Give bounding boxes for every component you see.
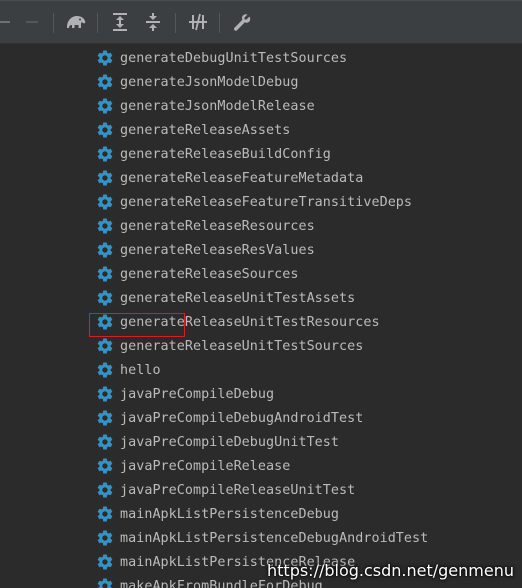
task-item[interactable]: generateReleaseResValues	[96, 238, 315, 262]
gear-icon	[96, 73, 114, 91]
task-item[interactable]: generateDebugUnitTestSources	[96, 46, 347, 70]
task-item[interactable]: generateReleaseFeatureTransitiveDeps	[96, 190, 412, 214]
toolbar-separator	[219, 13, 220, 33]
gear-icon	[96, 169, 114, 187]
gear-icon	[96, 313, 114, 331]
task-label: javaPreCompileDebug	[120, 386, 275, 402]
task-item[interactable]: javaPreCompileDebugUnitTest	[96, 430, 339, 454]
gear-icon	[96, 217, 114, 235]
toggle-offline-icon[interactable]	[186, 10, 210, 34]
task-label: generateJsonModelRelease	[120, 98, 315, 114]
gear-icon	[96, 193, 114, 211]
task-label: generateReleaseResources	[120, 218, 315, 234]
gear-icon	[96, 481, 114, 499]
gear-icon	[96, 529, 114, 547]
minus-icon[interactable]	[0, 10, 16, 34]
task-label: javaPreCompileDebugUnitTest	[120, 434, 340, 450]
gear-icon	[96, 241, 114, 259]
task-item[interactable]: generateReleaseUnitTestResources	[96, 310, 380, 334]
wrench-icon[interactable]	[230, 10, 254, 34]
task-item[interactable]: generateReleaseUnitTestSources	[96, 334, 363, 358]
task-label: hello	[120, 362, 161, 378]
toolbar-separator	[97, 13, 98, 33]
watermark: https://blog.csdn.net/genmenu	[267, 561, 514, 580]
task-item[interactable]: generateReleaseBuildConfig	[96, 142, 331, 166]
gradle-task-tree: generateDebugUnitTestSources generateJson…	[0, 46, 522, 588]
gear-icon	[96, 145, 114, 163]
gear-icon	[96, 265, 114, 283]
toolbar-separator	[53, 13, 54, 33]
task-label: mainApkListPersistenceDebug	[120, 506, 340, 522]
gear-icon	[96, 457, 114, 475]
task-label: generateReleaseFeatureMetadata	[120, 170, 364, 186]
task-item[interactable]: mainApkListPersistenceDebugAndroidTest	[96, 526, 428, 550]
gear-icon	[96, 337, 114, 355]
task-label: generateReleaseUnitTestSources	[120, 338, 364, 354]
task-item[interactable]: javaPreCompileReleaseUnitTest	[96, 478, 355, 502]
toolbar-separator	[175, 13, 176, 33]
task-item[interactable]: mainApkListPersistenceDebug	[96, 502, 339, 526]
gear-icon	[96, 97, 114, 115]
task-label: javaPreCompileDebugAndroidTest	[120, 410, 364, 426]
task-item[interactable]: generateReleaseUnitTestAssets	[96, 286, 355, 310]
gear-icon	[96, 49, 114, 67]
gear-icon	[96, 433, 114, 451]
task-item[interactable]: generateJsonModelDebug	[96, 70, 298, 94]
task-item[interactable]: generateReleaseAssets	[96, 118, 290, 142]
task-item[interactable]: generateReleaseResources	[96, 214, 315, 238]
task-label: generateDebugUnitTestSources	[120, 50, 348, 66]
expand-all-icon[interactable]	[108, 10, 132, 34]
task-item[interactable]: javaPreCompileDebugAndroidTest	[96, 406, 363, 430]
task-label: javaPreCompileReleaseUnitTest	[120, 482, 356, 498]
task-item[interactable]: generateReleaseSources	[96, 262, 298, 286]
gear-icon	[96, 577, 114, 588]
gear-icon	[96, 361, 114, 379]
gear-icon	[96, 385, 114, 403]
task-label: generateReleaseBuildConfig	[120, 146, 331, 162]
task-label: generateJsonModelDebug	[120, 74, 299, 90]
gradle-elephant-icon[interactable]	[64, 10, 88, 34]
gear-icon	[96, 289, 114, 307]
task-label: generateReleaseResValues	[120, 242, 315, 258]
minus-icon[interactable]	[20, 10, 44, 34]
gear-icon	[96, 409, 114, 427]
task-item[interactable]: javaPreCompileRelease	[96, 454, 290, 478]
gear-icon	[96, 505, 114, 523]
task-label: generateReleaseAssets	[120, 122, 291, 138]
collapse-all-icon[interactable]	[141, 10, 165, 34]
task-item[interactable]: generateReleaseFeatureMetadata	[96, 166, 363, 190]
task-label: mainApkListPersistenceDebugAndroidTest	[120, 530, 429, 546]
task-label: generateReleaseSources	[120, 266, 299, 282]
task-label: generateReleaseUnitTestResources	[120, 314, 380, 330]
task-label: javaPreCompileRelease	[120, 458, 291, 474]
gradle-toolbar	[0, 0, 522, 44]
task-item[interactable]: generateJsonModelRelease	[96, 94, 315, 118]
task-label: generateReleaseUnitTestAssets	[120, 290, 356, 306]
task-item[interactable]: javaPreCompileDebug	[96, 382, 274, 406]
gear-icon	[96, 553, 114, 571]
gear-icon	[96, 121, 114, 139]
task-label: generateReleaseFeatureTransitiveDeps	[120, 194, 413, 210]
task-item[interactable]: hello	[96, 358, 161, 382]
